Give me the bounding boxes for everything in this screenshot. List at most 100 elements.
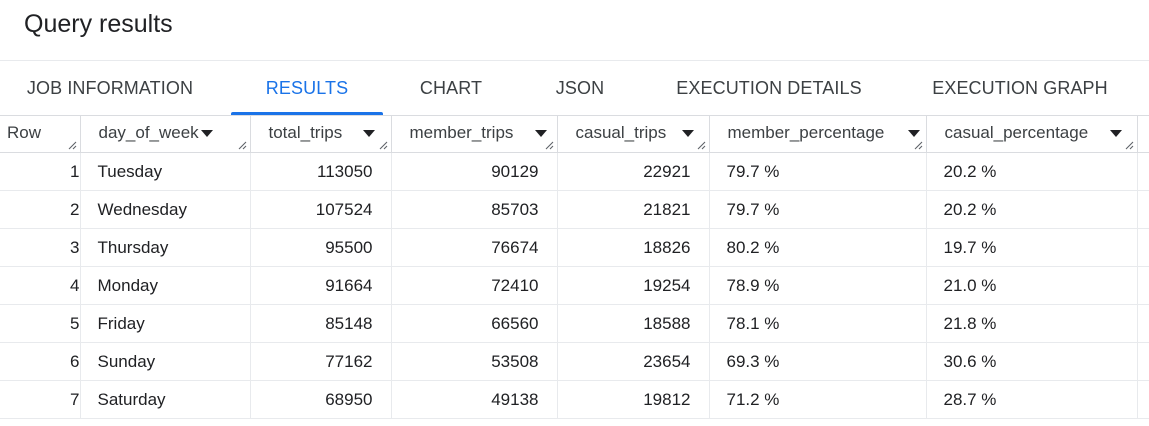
cell-casual-percentage[interactable]: 20.2 % — [926, 152, 1138, 191]
cell-total-trips[interactable]: 85148 — [250, 304, 392, 343]
cell-member-percentage[interactable]: 69.3 % — [709, 342, 927, 381]
cell-casual-percentage[interactable]: 30.6 % — [926, 342, 1138, 381]
row-filler — [1137, 190, 1149, 229]
cell-casual-trips[interactable]: 21821 — [557, 190, 710, 229]
cell-casual-percentage[interactable]: 21.0 % — [926, 266, 1138, 305]
cell-member-trips[interactable]: 76674 — [391, 228, 558, 267]
cell-casual-percentage[interactable]: 21.8 % — [926, 304, 1138, 343]
column-header-total-trips[interactable]: total_trips — [250, 116, 392, 153]
row-filler — [1137, 304, 1149, 343]
column-resize-icon[interactable] — [696, 140, 706, 150]
cell-day-of-week[interactable]: Saturday — [80, 380, 251, 419]
cell-member-percentage[interactable]: 71.2 % — [709, 380, 927, 419]
cell-casual-trips[interactable]: 18826 — [557, 228, 710, 267]
tab-execution-details[interactable]: EXECUTION DETAILS — [660, 62, 878, 114]
cell-casual-trips[interactable]: 19254 — [557, 266, 710, 305]
table-row[interactable]: 5 Friday 85148 66560 18588 78.1 % 21.8 % — [0, 304, 1149, 343]
row-filler — [1137, 380, 1149, 419]
row-number: 4 — [70, 275, 80, 295]
cell-day-of-week[interactable]: Sunday — [80, 342, 251, 381]
row-number: 6 — [70, 351, 80, 371]
column-header-label: casual_trips — [575, 123, 667, 142]
cell-member-trips[interactable]: 90129 — [391, 152, 558, 191]
row-number-cell: 4 — [0, 266, 81, 305]
chevron-down-icon[interactable] — [907, 130, 920, 137]
cell-casual-trips[interactable]: 23654 — [557, 342, 710, 381]
cell-member-trips[interactable]: 49138 — [391, 380, 558, 419]
column-resize-icon[interactable] — [1124, 140, 1134, 150]
results-table-body: 1 Tuesday 113050 90129 22921 79.7 % 20.2 % 2 Wed… — [0, 152, 1149, 419]
table-row[interactable]: 4 Monday 91664 72410 19254 78.9 % 21.0 % — [0, 266, 1149, 305]
column-header-label: day_of_week — [98, 123, 199, 142]
table-row[interactable]: 2 Wednesday 107524 85703 21821 79.7 % 20.2 % — [0, 190, 1149, 229]
tab-job-information[interactable]: JOB INFORMATION — [0, 62, 220, 114]
cell-total-trips[interactable]: 95500 — [250, 228, 392, 267]
query-results-panel: Query results JOB INFORMATION RESULTS CH… — [0, 0, 1149, 426]
table-row[interactable]: 3 Thursday 95500 76674 18826 80.2 % 19.7 % — [0, 228, 1149, 267]
row-number-cell: 6 — [0, 342, 81, 381]
column-header-casual-percentage[interactable]: casual_percentage — [926, 116, 1138, 153]
cell-casual-percentage[interactable]: 19.7 % — [926, 228, 1138, 267]
row-filler — [1137, 266, 1149, 305]
row-number: 2 — [70, 199, 80, 219]
tab-execution-graph[interactable]: EXECUTION GRAPH — [917, 62, 1123, 114]
column-header-casual-trips[interactable]: casual_trips — [557, 116, 710, 153]
cell-day-of-week[interactable]: Monday — [80, 266, 251, 305]
column-header-member-trips[interactable]: member_trips — [391, 116, 558, 153]
row-number-cell: 5 — [0, 304, 81, 343]
cell-casual-percentage[interactable]: 28.7 % — [926, 380, 1138, 419]
cell-member-percentage[interactable]: 78.1 % — [709, 304, 927, 343]
row-number: 5 — [70, 313, 80, 333]
chevron-down-icon[interactable] — [362, 130, 375, 137]
column-header-day-of-week[interactable]: day_of_week — [80, 116, 251, 153]
chevron-down-icon[interactable] — [1109, 130, 1122, 137]
cell-casual-trips[interactable]: 22921 — [557, 152, 710, 191]
chevron-down-icon[interactable] — [200, 130, 213, 137]
cell-casual-trips[interactable]: 18588 — [557, 304, 710, 343]
page-title: Query results — [24, 10, 173, 38]
cell-day-of-week[interactable]: Wednesday — [80, 190, 251, 229]
column-header-label: member_trips — [409, 123, 514, 142]
column-header-label: Row — [7, 123, 42, 142]
cell-total-trips[interactable]: 113050 — [250, 152, 392, 191]
column-resize-icon[interactable] — [913, 140, 923, 150]
cell-day-of-week[interactable]: Thursday — [80, 228, 251, 267]
cell-member-trips[interactable]: 85703 — [391, 190, 558, 229]
cell-member-percentage[interactable]: 79.7 % — [709, 190, 927, 229]
cell-day-of-week[interactable]: Tuesday — [80, 152, 251, 191]
chevron-down-icon[interactable] — [534, 130, 547, 137]
column-resize-icon[interactable] — [67, 140, 77, 150]
column-header-member-percentage[interactable]: member_percentage — [709, 116, 927, 153]
row-number: 7 — [70, 389, 80, 409]
header-filler — [1137, 116, 1149, 153]
row-number-cell: 1 — [0, 152, 81, 191]
table-row[interactable]: 6 Sunday 77162 53508 23654 69.3 % 30.6 % — [0, 342, 1149, 381]
cell-member-trips[interactable]: 72410 — [391, 266, 558, 305]
cell-total-trips[interactable]: 91664 — [250, 266, 392, 305]
cell-casual-trips[interactable]: 19812 — [557, 380, 710, 419]
cell-total-trips[interactable]: 107524 — [250, 190, 392, 229]
row-filler — [1137, 342, 1149, 381]
tab-chart[interactable]: CHART — [400, 62, 502, 114]
cell-member-trips[interactable]: 53508 — [391, 342, 558, 381]
row-number-cell: 2 — [0, 190, 81, 229]
row-filler — [1137, 228, 1149, 267]
chevron-down-icon[interactable] — [681, 130, 694, 137]
cell-member-trips[interactable]: 66560 — [391, 304, 558, 343]
column-resize-icon[interactable] — [544, 140, 554, 150]
cell-member-percentage[interactable]: 80.2 % — [709, 228, 927, 267]
column-resize-icon[interactable] — [237, 140, 247, 150]
cell-member-percentage[interactable]: 79.7 % — [709, 152, 927, 191]
cell-member-percentage[interactable]: 78.9 % — [709, 266, 927, 305]
tab-results[interactable]: RESULTS — [231, 62, 383, 114]
cell-total-trips[interactable]: 68950 — [250, 380, 392, 419]
column-resize-icon[interactable] — [378, 140, 388, 150]
table-row[interactable]: 1 Tuesday 113050 90129 22921 79.7 % 20.2 % — [0, 152, 1149, 191]
tab-json[interactable]: JSON — [530, 62, 630, 114]
results-tab-bar: JOB INFORMATION RESULTS CHART JSON EXECU… — [0, 62, 1149, 116]
cell-total-trips[interactable]: 77162 — [250, 342, 392, 381]
column-header-label: total_trips — [268, 123, 343, 142]
cell-day-of-week[interactable]: Friday — [80, 304, 251, 343]
table-row[interactable]: 7 Saturday 68950 49138 19812 71.2 % 28.7 % — [0, 380, 1149, 419]
cell-casual-percentage[interactable]: 20.2 % — [926, 190, 1138, 229]
